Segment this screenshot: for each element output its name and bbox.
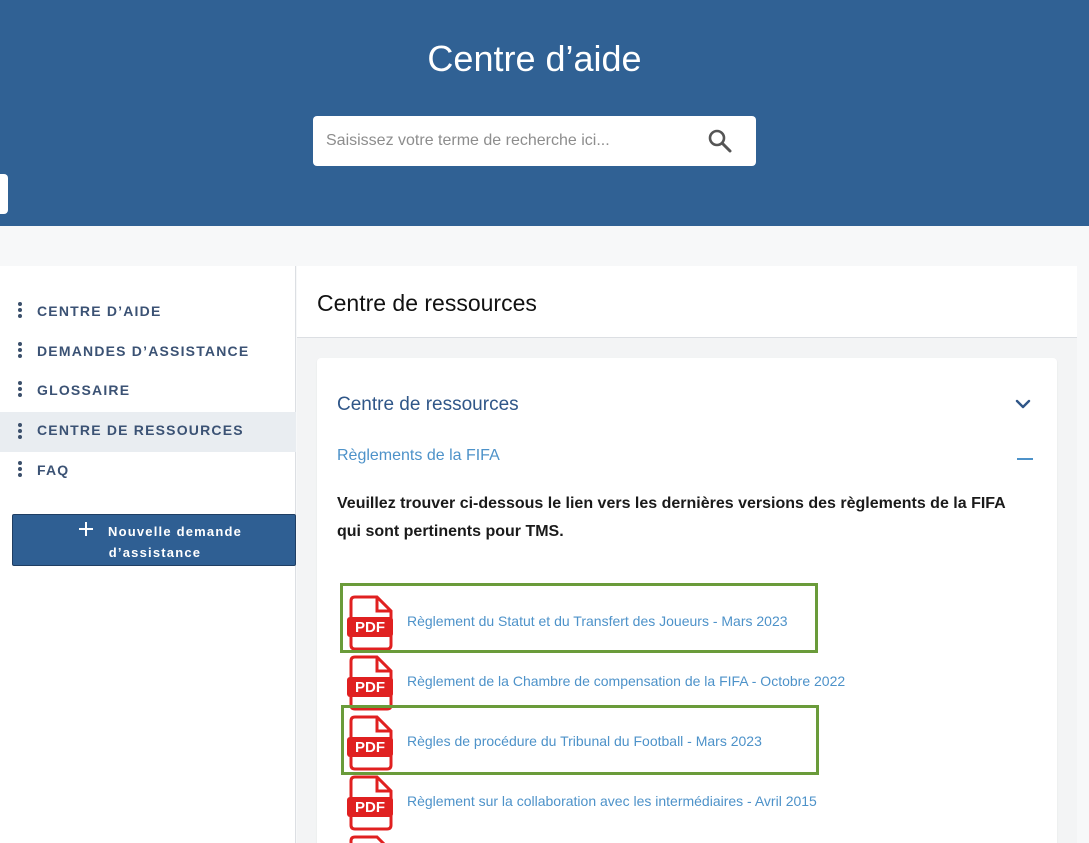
sidebar-item-faq[interactable]: FAQ (0, 450, 296, 490)
pdf-file-icon: PDF (347, 655, 393, 711)
section-title[interactable]: Centre de ressources (337, 394, 519, 416)
main-title: Centre de ressources (317, 290, 537, 316)
pdf-link-label[interactable]: Règlement sur la collaboration avec les … (407, 793, 817, 809)
new-request-button[interactable]: Nouvelle demande d’assistance (12, 514, 296, 566)
main-header: Centre de ressources (297, 266, 1077, 338)
pdf-file-icon-partial (349, 835, 386, 843)
kebab-menu-icon (17, 342, 23, 360)
sidebar-item-centre-ressources[interactable]: CENTRE DE RESSOURCES (0, 412, 296, 452)
kebab-menu-icon (17, 381, 23, 399)
search-input[interactable] (313, 116, 693, 166)
page-title: Centre d’aide (427, 38, 642, 79)
pdf-link-chambre-compensation[interactable]: PDF Règlement de la Chambre de compensat… (347, 655, 967, 711)
sidebar-item-label: CENTRE DE RESSOURCES (37, 422, 244, 438)
plus-icon (79, 522, 93, 536)
search-icon[interactable] (707, 128, 733, 154)
kebab-menu-icon (17, 302, 23, 320)
new-request-label-line1: Nouvelle demande (108, 524, 243, 539)
highlight-box-tribunal-football (341, 705, 819, 775)
sidebar-item-label: DEMANDES D’ASSISTANCE (37, 343, 250, 359)
sidebar-item-label: CENTRE D’AIDE (37, 303, 162, 319)
pdf-link-intermediaires[interactable]: PDF Règlement sur la collaboration avec … (347, 775, 967, 831)
new-request-label-line2: d’assistance (108, 545, 202, 560)
pdf-badge-text: PDF (355, 799, 385, 816)
search-box[interactable] (313, 116, 756, 166)
collapse-minus-icon[interactable] (1017, 458, 1033, 460)
intro-text: Veuillez trouver ci-dessous le lien vers… (337, 495, 1006, 540)
sidebar-item-demandes-assistance[interactable]: DEMANDES D’ASSISTANCE (0, 331, 296, 371)
pdf-file-icon: PDF (347, 775, 393, 831)
sidebar-item-label: FAQ (37, 462, 70, 478)
sidebar-item-label: GLOSSAIRE (37, 382, 131, 398)
subsection-title[interactable]: Règlements de la FIFA (337, 447, 500, 465)
chevron-down-icon[interactable] (1015, 398, 1031, 410)
sidebar-item-centre-aide[interactable]: CENTRE D’AIDE (0, 291, 296, 331)
header-banner: Centre d’aide (0, 0, 1089, 226)
pdf-badge-text: PDF (355, 679, 385, 696)
highlight-box-statut-transfert (340, 583, 818, 653)
pdf-link-label[interactable]: Règlement de la Chambre de compensation … (407, 673, 845, 689)
kebab-menu-icon (17, 423, 23, 441)
kebab-menu-icon (17, 461, 23, 479)
side-tab-handle[interactable] (0, 174, 8, 214)
sidebar-item-glossaire[interactable]: GLOSSAIRE (0, 370, 296, 410)
